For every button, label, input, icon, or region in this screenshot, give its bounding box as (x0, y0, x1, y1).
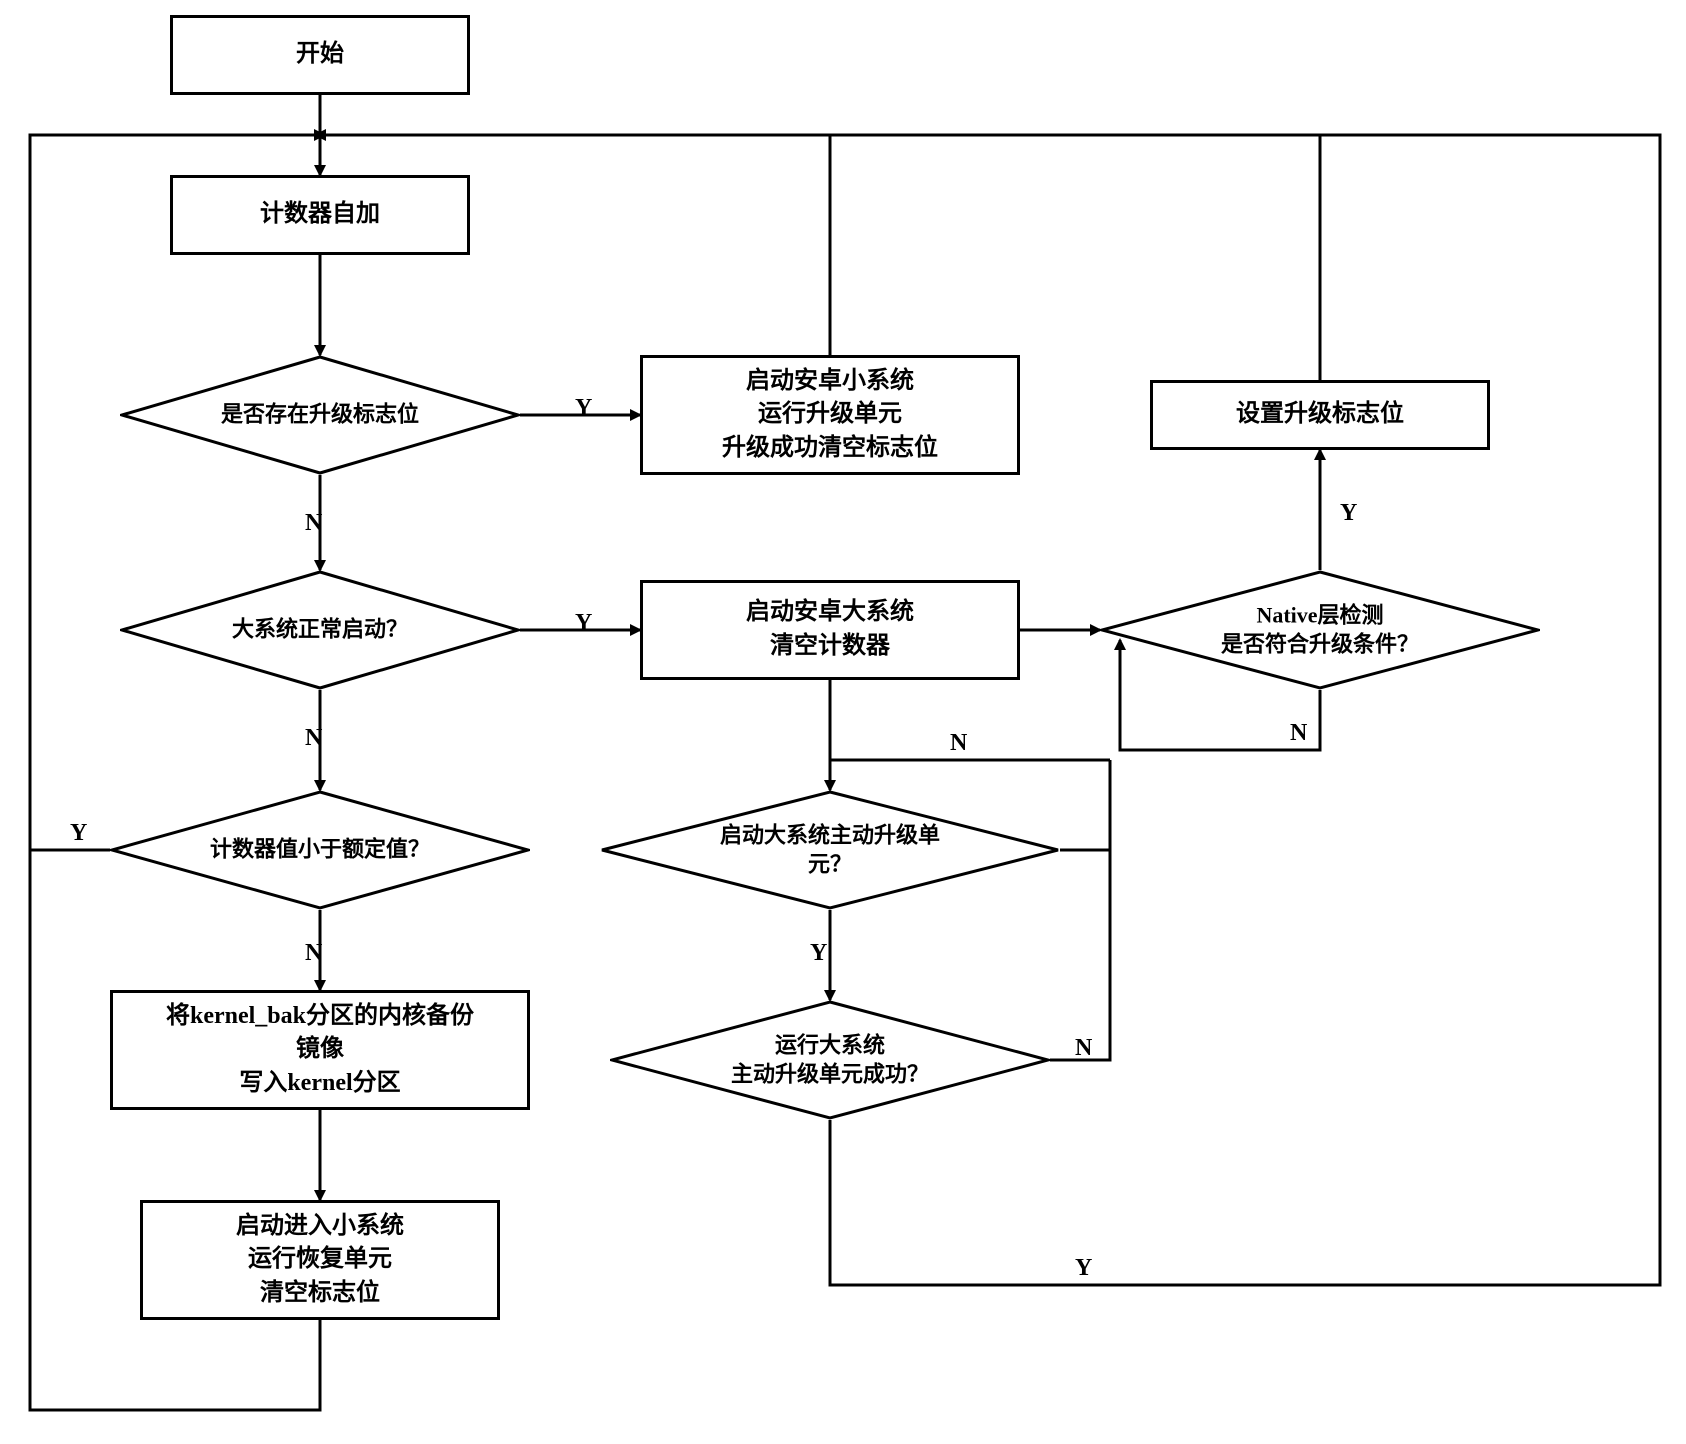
node-boot-small: 启动安卓小系统 运行升级单元 升级成功清空标志位 (640, 355, 1020, 475)
node-counter-inc: 计数器自加 (170, 175, 470, 255)
node-boot-big: 启动安卓大系统 清空计数器 (640, 580, 1020, 680)
label-n-2: N (305, 725, 322, 752)
node-big-boot-q: 大系统正常启动？ (120, 570, 520, 690)
node-counter-lt-q: 计数器值小于额定值？ (110, 790, 530, 910)
node-write-kernel: 将kernel_bak分区的内核备份 镜像 写入kernel分区 (110, 990, 530, 1110)
node-native-q: Native层检测 是否符合升级条件？ (1100, 570, 1540, 690)
label-y-5: Y (1075, 1255, 1092, 1282)
label-y-2: Y (575, 610, 592, 637)
label-y-3: Y (70, 820, 87, 847)
label-y-6: Y (1340, 500, 1357, 527)
label-y-1: Y (575, 395, 592, 422)
node-start-active-q: 启动大系统主动升级单 元？ (600, 790, 1060, 910)
label-n-1: N (305, 510, 322, 537)
label-n-5: N (1075, 1035, 1092, 1062)
node-run-active-q: 运行大系统 主动升级单元成功？ (610, 1000, 1050, 1120)
label-y-4: Y (810, 940, 827, 967)
label-n-4: N (950, 730, 967, 757)
node-enter-small: 启动进入小系统 运行恢复单元 清空标志位 (140, 1200, 500, 1320)
node-upgrade-flag-q: 是否存在升级标志位 (120, 355, 520, 475)
label-n-6: N (1290, 720, 1307, 747)
node-set-flag: 设置升级标志位 (1150, 380, 1490, 450)
label-n-3: N (305, 940, 322, 967)
node-start: 开始 (170, 15, 470, 95)
